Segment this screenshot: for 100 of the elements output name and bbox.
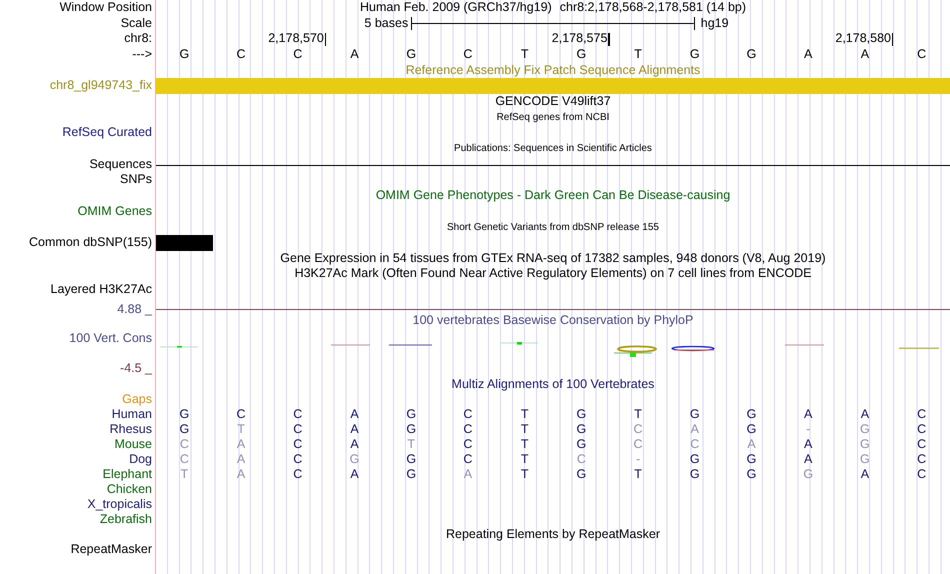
base-letter: G	[575, 438, 588, 452]
coordinate-label: 2,178,575	[552, 31, 608, 46]
base-letter: G	[575, 468, 588, 482]
base-letter: T	[180, 468, 190, 482]
scale-text: 5 bases	[363, 16, 410, 30]
base-letter: C	[462, 438, 474, 452]
base-letter: C	[236, 408, 247, 422]
assembly-text: hg19	[700, 16, 730, 30]
base-letter: A	[236, 468, 246, 482]
base-letter: G	[178, 408, 190, 422]
base-letter: T	[633, 408, 643, 422]
track-title: Gene Expression in 54 tissues from GTEx RNA-seq of 17382 samples, 948 donors (V8, Aug 2019)	[280, 252, 826, 266]
base-letter: C	[178, 438, 190, 452]
track-label: chr8:	[124, 32, 152, 46]
track-subtitle: Short Genetic Variants from dbSNP release 155	[447, 222, 659, 233]
snp-block	[156, 235, 213, 251]
base-letter: G	[802, 468, 814, 482]
track-subtitle: RefSeq genes from NCBI	[496, 112, 610, 124]
track-label: RepeatMasker	[70, 543, 152, 558]
base-letter: G	[178, 48, 190, 62]
track-label: chr8_gl949743_fix	[50, 79, 152, 94]
base-letter: C	[632, 423, 644, 438]
base-letter: C	[916, 48, 928, 62]
track-label: Dog	[129, 453, 152, 468]
base-letter: G	[405, 468, 418, 482]
base-letter: G	[859, 423, 871, 438]
base-letter: G	[688, 408, 701, 422]
base-letter: G	[348, 453, 360, 468]
track-label: Layered H3K27Ac	[50, 283, 152, 297]
base-letter: -	[805, 423, 812, 438]
base-letter: A	[803, 48, 814, 62]
base-letter: G	[746, 408, 758, 422]
tick-mark	[892, 32, 894, 46]
base-letter: A	[236, 453, 246, 468]
track-subtitle: Publications: Sequences in Scientific Articles	[454, 143, 652, 154]
base-letter: G	[688, 453, 701, 468]
track-title: Reference Assembly Fix Patch Sequence Alignments	[406, 64, 700, 78]
base-letter: C	[916, 438, 928, 452]
base-letter: A	[236, 438, 246, 452]
browser-title: Human Feb. 2009 (GRCh37/hg19)	[360, 0, 552, 15]
track-label: Window Position	[60, 0, 152, 15]
base-letter: A	[462, 468, 474, 482]
base-letter: C	[576, 453, 587, 468]
track-title: OMIM Gene Phenotypes - Dark Green Can Be Disease-causing	[376, 189, 730, 203]
base-letter: T	[236, 423, 246, 438]
base-letter: G	[405, 423, 418, 438]
base-letter: C	[916, 423, 928, 438]
base-letter: T	[520, 48, 530, 62]
base-letter: C	[462, 48, 474, 62]
base-letter: A	[860, 468, 870, 482]
coordinate-label: 2,178,570	[268, 31, 324, 46]
track-label: Common dbSNP(155)	[29, 236, 152, 250]
track-label: Sequences	[89, 158, 152, 172]
base-letter: T	[520, 408, 530, 422]
base-letter: G	[746, 423, 758, 438]
base-letter: A	[690, 423, 700, 438]
track-label: Scale	[120, 16, 152, 30]
base-letter: G	[859, 453, 871, 468]
base-letter: A	[860, 408, 870, 422]
base-letter: T	[520, 453, 530, 468]
base-letter: G	[178, 423, 190, 438]
base-letter: T	[520, 438, 530, 452]
base-letter: C	[916, 453, 928, 468]
base-letter: A	[803, 453, 814, 468]
coordinate-label: 2,178,580	[835, 31, 891, 46]
base-letter: C	[462, 423, 474, 438]
track-label: OMIM Genes	[78, 204, 152, 218]
track-label: X_tropicalis	[87, 498, 152, 512]
base-letter: T	[520, 468, 530, 482]
track-label: --->	[132, 48, 152, 62]
axis-min-label: -4.5 _	[120, 362, 152, 376]
base-letter: C	[292, 468, 304, 482]
track-label: Rhesus	[110, 423, 152, 438]
base-letter: G	[688, 468, 701, 482]
base-letter: A	[803, 438, 814, 452]
base-letter: A	[349, 438, 360, 452]
base-letter: G	[859, 438, 871, 452]
base-letter: A	[746, 438, 757, 452]
base-letter: G	[688, 48, 701, 62]
base-letter: G	[575, 48, 588, 62]
base-letter: C	[462, 408, 474, 422]
base-letter: C	[292, 423, 304, 438]
track-title: H3K27Ac Mark (Often Found Near Active Regulatory Elements) on 7 cell lines from ENCODE	[294, 267, 812, 282]
track-label: Zebrafish	[100, 513, 152, 528]
track-label: Human	[112, 408, 152, 422]
track-label: SNPs	[120, 173, 152, 188]
base-letter: C	[292, 408, 304, 422]
base-letter: T	[520, 423, 530, 438]
base-letter: G	[405, 48, 418, 62]
track-title: Repeating Elements by RepeatMasker	[446, 528, 660, 542]
track-label: 100 Vert. Cons	[69, 332, 152, 346]
axis-max-label: 4.88 _	[117, 302, 152, 317]
base-letter: -	[634, 453, 642, 468]
region-text: chr8:2,178,568-2,178,581 (14 bp)	[560, 0, 746, 15]
track-label: Gaps	[122, 393, 152, 408]
tick-mark	[608, 32, 610, 46]
base-letter: T	[633, 468, 643, 482]
base-letter: C	[178, 453, 190, 468]
track-label: Elephant	[102, 468, 152, 482]
base-letter: G	[746, 468, 758, 482]
